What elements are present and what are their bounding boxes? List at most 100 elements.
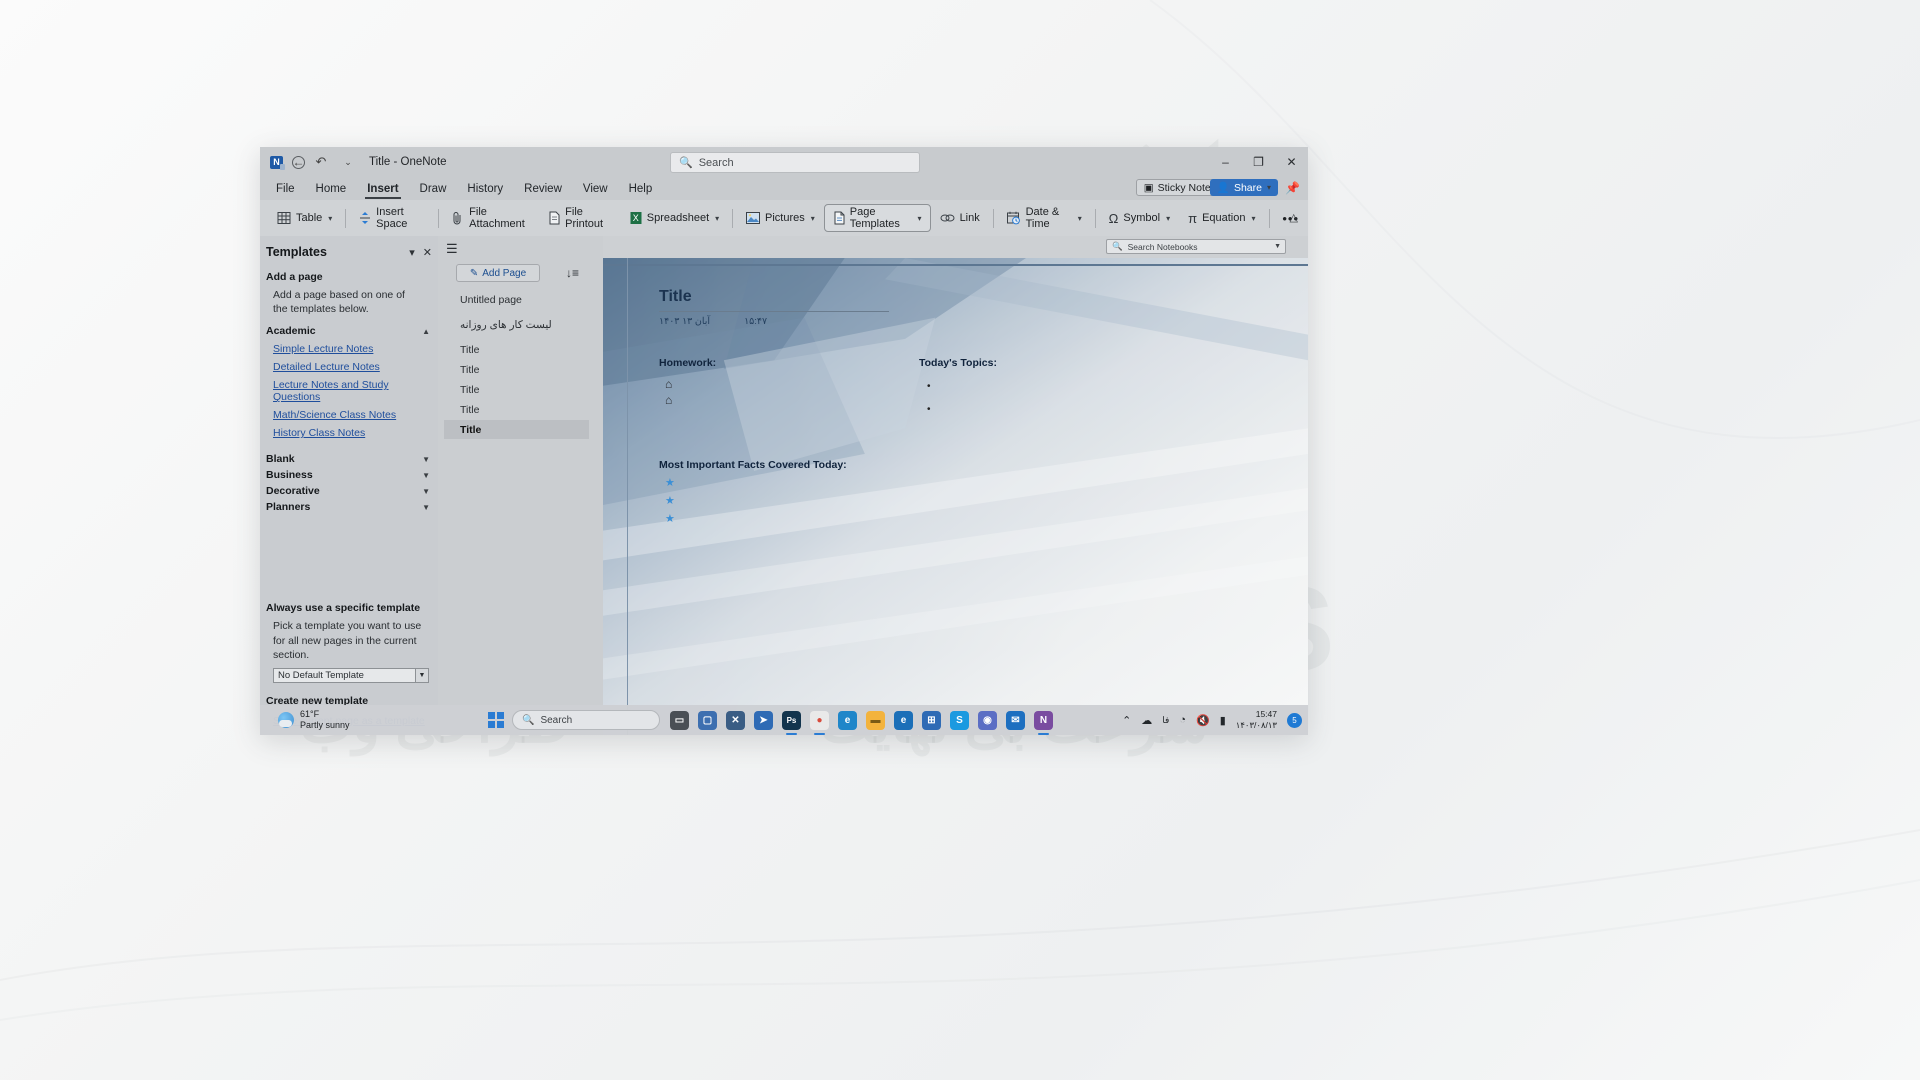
file-printout-button[interactable]: File Printout (539, 204, 621, 232)
windows-start-icon[interactable] (488, 712, 504, 728)
todays-topics-label: Today's Topics: (919, 357, 997, 369)
fact-star-2[interactable]: ★ (665, 494, 1288, 507)
language-icon[interactable]: فا (1162, 715, 1169, 726)
symbol-button[interactable]: Ω Symbol ▾ (1100, 204, 1179, 232)
skype-icon[interactable]: S (950, 710, 969, 730)
search-notebooks-input[interactable]: 🔍 Search Notebooks ▼ (1106, 239, 1286, 254)
note-title[interactable]: Title (659, 288, 1288, 306)
note-meta: ۱۴۰۳ آبان ۱۳ ۱۵:۴۷ (659, 316, 1288, 327)
insert-space-button[interactable]: Insert Space (350, 204, 434, 232)
add-a-page-description: Add a page based on one of the templates… (273, 289, 405, 316)
chat-icon[interactable]: ▢ (698, 710, 717, 730)
tab-help[interactable]: Help (627, 182, 655, 196)
xbox-icon[interactable]: ✕ (726, 710, 745, 730)
minimize-button[interactable]: – (1209, 147, 1242, 177)
navigation-app-icon[interactable]: ➤ (754, 710, 773, 730)
edge-icon[interactable]: e (838, 710, 857, 730)
hamburger-icon[interactable]: ☰ (446, 241, 458, 257)
chevron-down-icon[interactable]: ▾ (409, 246, 415, 259)
template-history-class-notes[interactable]: History Class Notes (273, 427, 438, 439)
tab-home[interactable]: Home (314, 182, 349, 196)
tab-file[interactable]: File (274, 182, 297, 196)
page-item-title-5-selected[interactable]: Title (444, 420, 589, 439)
chevron-down-icon: ▼ (1274, 243, 1281, 250)
date-time-button[interactable]: Date & Time ▾ (998, 204, 1091, 232)
cloud-sync-icon[interactable]: ☁ (1141, 714, 1152, 727)
page-item-title-2[interactable]: Title (444, 360, 589, 379)
home-icon[interactable]: ⌂ (665, 394, 909, 406)
page-item-title-3[interactable]: Title (444, 380, 589, 399)
add-page-button[interactable]: ✎ Add Page (456, 264, 540, 282)
restore-button[interactable]: ❐ (1242, 147, 1275, 177)
template-math-science-class-notes[interactable]: Math/Science Class Notes (273, 409, 438, 421)
undo-icon[interactable]: ↶ (310, 151, 332, 173)
equation-button[interactable]: π Equation ▾ (1179, 204, 1264, 232)
category-decorative[interactable]: Decorative ▼ (266, 485, 438, 497)
back-icon[interactable]: ← (292, 155, 305, 169)
chevron-down-icon: ▾ (1166, 213, 1171, 223)
template-simple-lecture-notes[interactable]: Simple Lecture Notes (273, 343, 438, 355)
default-template-select[interactable]: No Default Template ▼ (273, 668, 429, 683)
tab-review[interactable]: Review (522, 182, 564, 196)
photoshop-icon[interactable]: Ps (782, 710, 801, 735)
close-button[interactable]: ✕ (1275, 147, 1308, 177)
note-page[interactable]: Title ۱۴۰۳ آبان ۱۳ ۱۵:۴۷ Homework: ⌂ ⌂ T… (603, 258, 1308, 735)
template-lecture-notes-and-study-questions[interactable]: Lecture Notes and Study Questions (273, 379, 438, 403)
page-top-border (603, 264, 1308, 266)
table-button[interactable]: Table ▾ (268, 204, 341, 232)
page-item-daily-tasks[interactable]: لیست کار های روزانه (444, 315, 589, 334)
topic-bullet-1[interactable]: • (927, 381, 997, 392)
weather-widget[interactable]: 61°F Partly sunny (278, 709, 350, 732)
link-button[interactable]: Link (931, 204, 989, 232)
pictures-button[interactable]: Pictures ▾ (737, 204, 824, 232)
calculator-icon[interactable]: ⊞ (922, 710, 941, 730)
category-academic[interactable]: Academic ▲ (266, 325, 438, 337)
taskbar-app-buttons: ▭ ▢ ✕ ➤ Ps ● e ▬ e ⊞ S ◉ ✉ N (670, 710, 1053, 735)
sort-pages-icon[interactable]: ↓≡ (566, 266, 579, 280)
tab-draw[interactable]: Draw (418, 182, 449, 196)
tab-insert[interactable]: Insert (365, 182, 401, 199)
page-item-title-4[interactable]: Title (444, 400, 589, 419)
battery-icon[interactable]: ▮ (1220, 714, 1226, 727)
file-printout-icon (548, 211, 560, 225)
topic-bullet-2[interactable]: • (927, 404, 997, 415)
chevron-down-icon: ▼ (422, 502, 430, 512)
wifi-icon[interactable]: ◔ (1179, 714, 1186, 726)
fact-star-1[interactable]: ★ (665, 476, 1288, 489)
outlook-icon[interactable]: ✉ (1006, 710, 1025, 730)
page-left-rule (627, 258, 628, 735)
category-planners[interactable]: Planners ▼ (266, 501, 438, 513)
teams-icon[interactable]: ◉ (978, 710, 997, 730)
customize-quick-access-icon[interactable]: ⌄ (337, 151, 359, 173)
task-view-icon[interactable]: ▭ (670, 710, 689, 730)
search-box[interactable]: 🔍 Search (670, 152, 920, 173)
show-hidden-icons[interactable]: ⌃ (1122, 714, 1131, 727)
taskbar-search-box[interactable]: 🔍 Search (512, 710, 660, 730)
pin-ribbon-icon[interactable]: 📌 (1285, 181, 1300, 195)
tab-history[interactable]: History (465, 182, 505, 196)
chrome-icon[interactable]: ● (810, 710, 829, 735)
template-detailed-lecture-notes[interactable]: Detailed Lecture Notes (273, 361, 438, 373)
category-business[interactable]: Business ▼ (266, 469, 438, 481)
page-item-untitled[interactable]: Untitled page (444, 290, 589, 309)
close-icon[interactable]: ✕ (423, 246, 432, 259)
tab-view[interactable]: View (581, 182, 610, 196)
home-icon[interactable]: ⌂ (665, 378, 909, 390)
volume-muted-icon[interactable]: 🔇 (1196, 714, 1210, 727)
onenote-icon[interactable]: N (1034, 710, 1053, 735)
file-explorer-icon[interactable]: ▬ (866, 710, 885, 730)
symbol-label: Symbol (1123, 212, 1161, 224)
fact-star-3[interactable]: ★ (665, 512, 1288, 525)
spreadsheet-button[interactable]: X Spreadsheet ▾ (621, 204, 728, 232)
collapse-ribbon-icon[interactable]: △ (1290, 211, 1298, 224)
taskbar-clock[interactable]: 15:47 ۱۴۰۳/۰۸/۱۳ (1236, 709, 1277, 731)
share-button[interactable]: 👤 Share ▾ (1209, 179, 1278, 196)
file-attachment-button[interactable]: File Attachment (443, 204, 539, 232)
work-area: Templates ▾ ✕ Add a page Add a page base… (260, 236, 1308, 735)
notification-badge[interactable]: 5 (1287, 712, 1302, 728)
page-item-title-1[interactable]: Title (444, 340, 589, 359)
category-blank[interactable]: Blank ▼ (266, 453, 438, 465)
edge-beta-icon[interactable]: e (894, 710, 913, 730)
page-templates-button[interactable]: Page Templates ▾ (823, 204, 931, 232)
category-academic-label: Academic (266, 325, 316, 338)
